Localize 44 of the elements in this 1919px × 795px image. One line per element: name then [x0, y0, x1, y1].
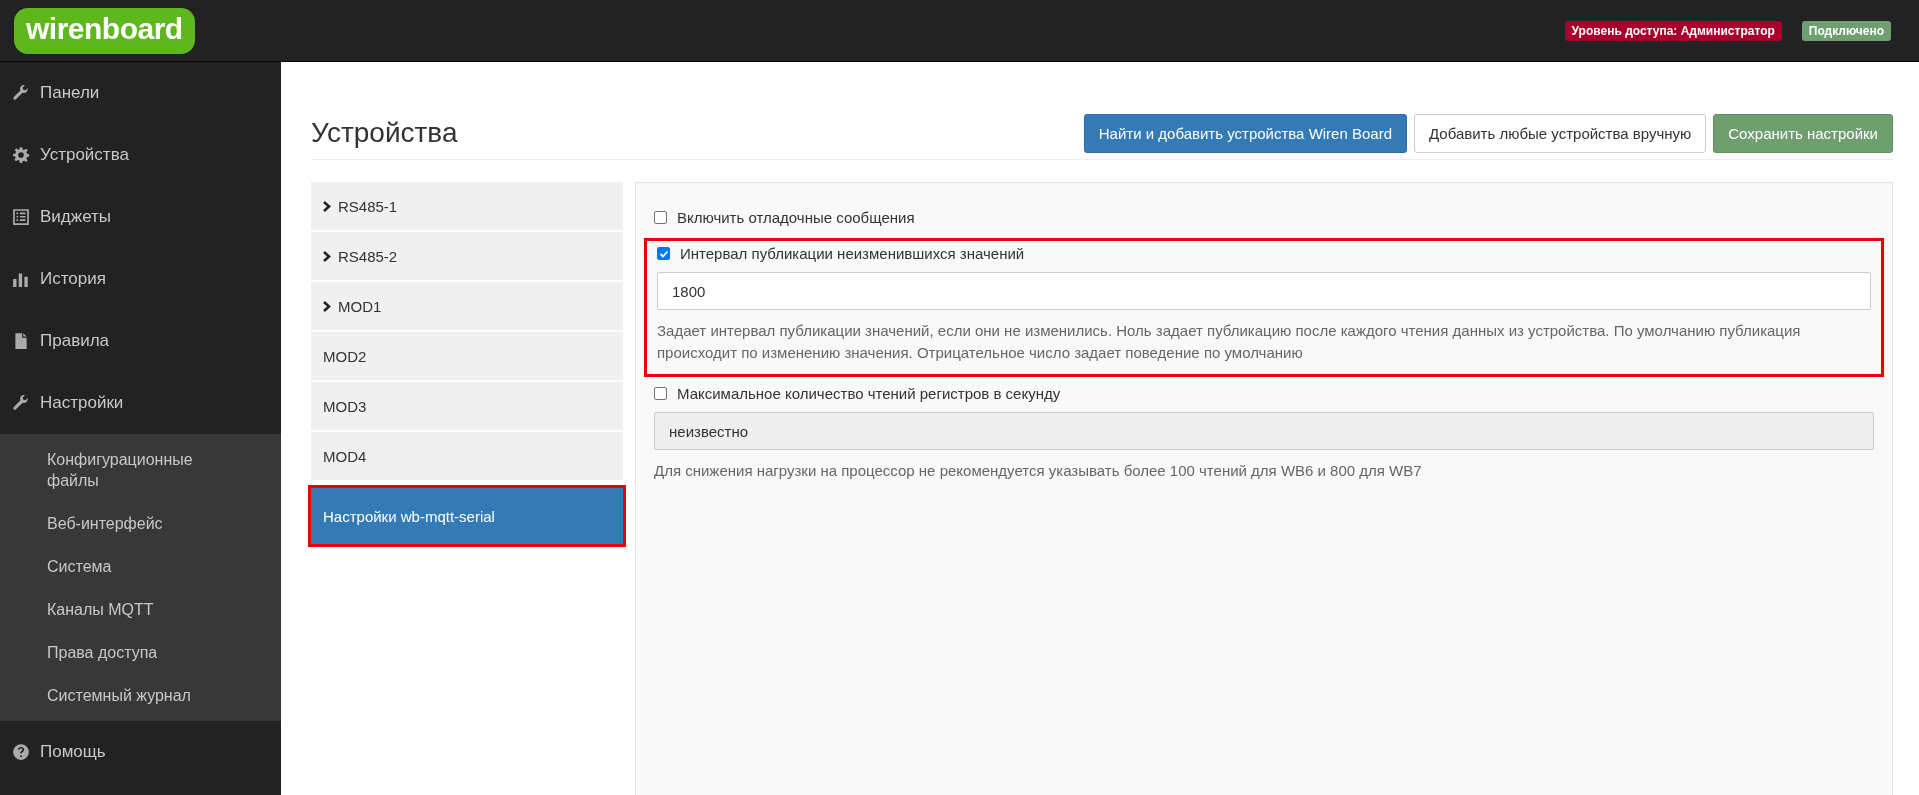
file-icon [12, 332, 30, 350]
list-icon [12, 208, 30, 226]
sidebar-item[interactable]: Помощь [0, 721, 281, 783]
device-list-item[interactable]: MOD4 [311, 432, 623, 480]
chevron-icon [323, 250, 332, 262]
chevron-icon [323, 300, 332, 312]
sidebar-item[interactable]: Виджеты [0, 186, 281, 248]
submenu-item[interactable]: Системный журнал [0, 674, 257, 717]
submenu-item[interactable]: Права доступа [0, 631, 257, 674]
status-badge: Уровень доступа: Администратор [1564, 20, 1782, 41]
device-list-item[interactable]: RS485-2 [311, 232, 623, 280]
device-list-item[interactable]: MOD1 [311, 282, 623, 330]
checkbox-label: Включить отладочные сообщения [677, 209, 915, 226]
device-list-item[interactable]: Настройки wb-mqtt-serial [311, 488, 623, 544]
device-list-item[interactable]: MOD3 [311, 382, 623, 430]
wrench-icon [12, 84, 30, 102]
add-devices-button[interactable]: Добавить любые устройства вручную [1414, 114, 1707, 153]
chevron-icon [323, 200, 332, 212]
submenu-item[interactable]: Веб-интерфейс [0, 502, 257, 545]
submenu-item[interactable]: Каналы MQTT [0, 588, 257, 631]
sidebar-item[interactable]: История [0, 248, 281, 310]
submenu-item[interactable]: Конфигурационные файлы [0, 438, 257, 502]
input-field[interactable]: 1800 [657, 272, 1871, 310]
wrench-icon [12, 394, 30, 412]
submenu-item[interactable]: Система [0, 545, 257, 588]
sidebar-item[interactable]: Устройства [0, 124, 281, 186]
page-title: Устройства [311, 117, 458, 149]
wirenboard-logo: wirenboard [14, 7, 195, 54]
checkbox[interactable] [657, 247, 670, 260]
device-list-item[interactable]: RS485-1 [311, 182, 623, 230]
help-text: Для снижения нагрузки на процессор не рекомендуется указывать более 100 чтений для WB6 и 800 для WB7 [654, 461, 1423, 481]
device-list-item[interactable]: MOD2 [311, 332, 623, 380]
checkbox[interactable] [654, 211, 667, 224]
sidebar-item[interactable]: Настройки [0, 372, 281, 434]
status-badge: Подключено [1801, 20, 1891, 41]
gear-icon [12, 146, 30, 164]
sidebar-item[interactable]: Панели [0, 62, 281, 124]
sidebar-item[interactable]: Правила [0, 310, 281, 372]
help-text: Задает интервал публикации значений, если они не изменились. Ноль задает публикацию после каждого чтения данных из устройства. По умолчанию публикация происходит по изменению значения. Отрицательное число задает поведение по умолчанию [657, 321, 1802, 363]
help-icon [12, 743, 30, 761]
checkbox-label: Максимальное количество чтений регистров в секунду [677, 385, 1061, 402]
bar-chart-icon [12, 270, 30, 288]
checkbox-label: Интервал публикации неизменившихся значений [680, 245, 1025, 262]
find-devices-button[interactable]: Найти и добавить устройства Wiren Board [1083, 114, 1407, 153]
